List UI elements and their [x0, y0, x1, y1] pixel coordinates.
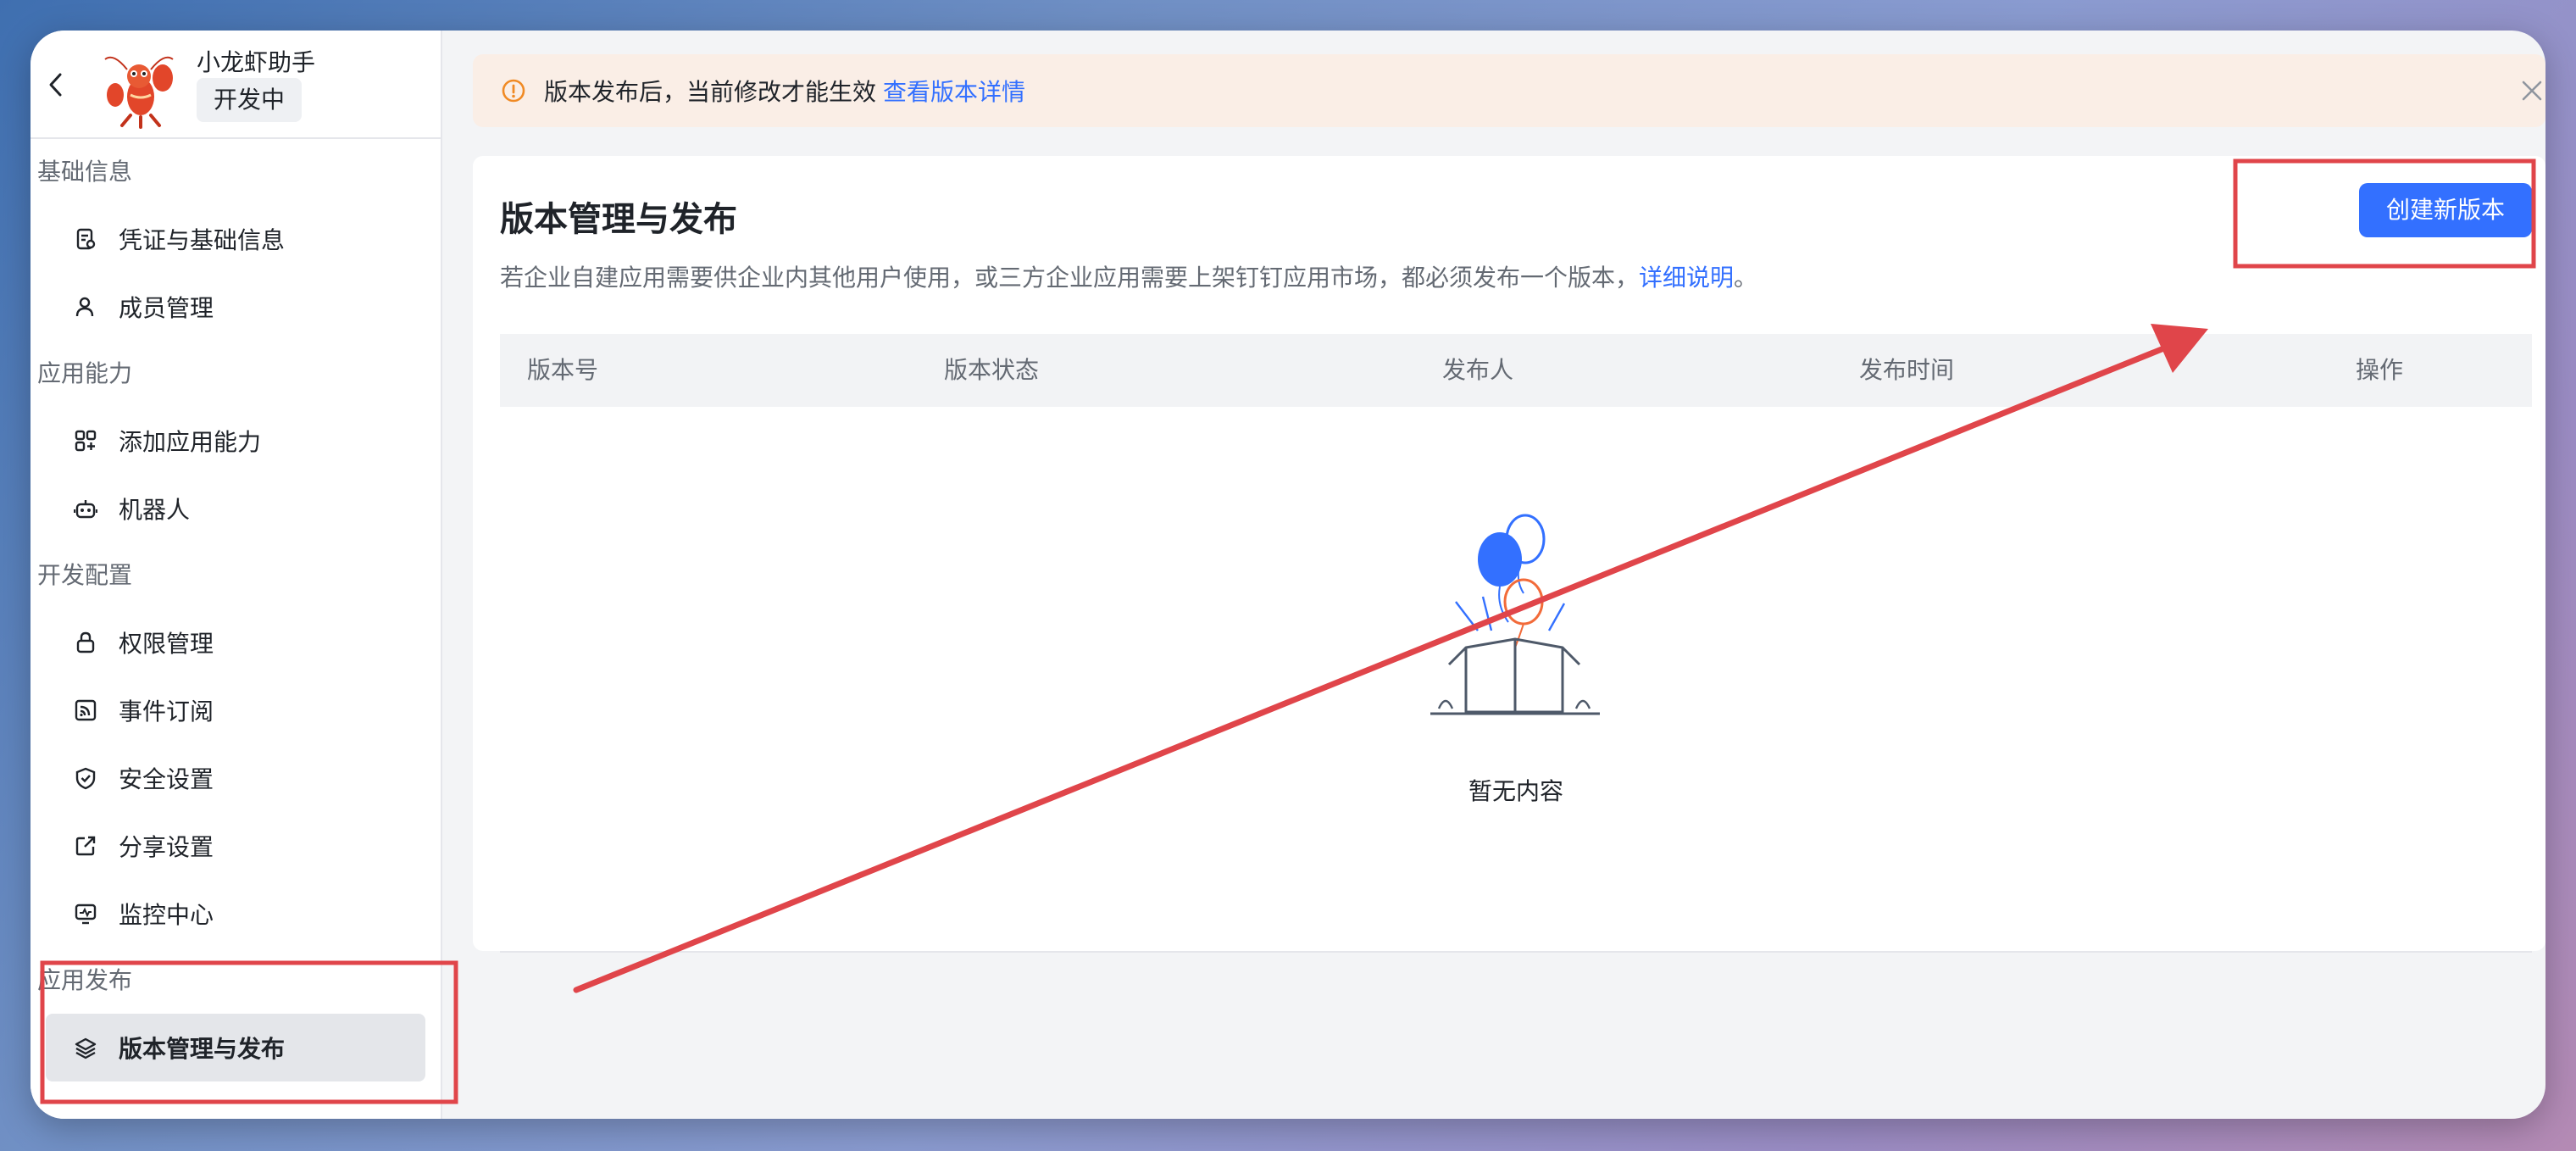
column-header-version: 版本号 [527, 356, 599, 384]
app-window: 小龙虾助手 开发中 基础信息 凭证与基础信息 成员管理 应用能力 添加应用能力 [31, 31, 2545, 1119]
app-header: 小龙虾助手 开发中 [31, 31, 441, 139]
sidebar: 小龙虾助手 开发中 基础信息 凭证与基础信息 成员管理 应用能力 添加应用能力 [31, 31, 442, 1119]
close-icon[interactable] [2518, 77, 2545, 104]
user-icon [73, 294, 98, 320]
create-version-button[interactable]: 创建新版本 [2358, 183, 2532, 237]
main-content: 版本发布后，当前修改才能生效 查看版本详情 版本管理与发布 创建新版本 若企业自… [442, 31, 2545, 1119]
empty-text: 暂无内容 [1468, 777, 1563, 805]
description-text: 若企业自建应用需要供企业内其他用户使用，或三方企业应用需要上架钉钉应用市场，都必… [500, 264, 1640, 292]
group-title-dev-config: 开发配置 [37, 561, 133, 589]
sidebar-item-version-publish[interactable]: 版本管理与发布 [46, 1014, 425, 1081]
column-header-publish-time: 发布时间 [1859, 356, 1955, 384]
sidebar-item-label: 事件订阅 [119, 698, 214, 726]
sidebar-item-label: 分享设置 [119, 833, 214, 861]
sidebar-item-add-capability[interactable]: 添加应用能力 [31, 407, 441, 475]
share-icon [73, 833, 98, 859]
info-icon [502, 79, 525, 103]
table-bottom-divider [500, 951, 2532, 953]
sidebar-item-credentials[interactable]: 凭证与基础信息 [31, 205, 441, 273]
sidebar-item-label: 权限管理 [119, 630, 214, 658]
description-end: 。 [1734, 264, 1758, 292]
sidebar-item-label: 添加应用能力 [119, 428, 262, 456]
group-title-basic: 基础信息 [37, 158, 133, 186]
app-name: 小龙虾助手 [197, 48, 316, 76]
monitor-icon [73, 901, 98, 926]
layers-icon [73, 1035, 98, 1060]
view-version-details-link[interactable]: 查看版本详情 [883, 74, 1025, 108]
lobster-icon [104, 56, 174, 129]
apps-add-icon [73, 428, 98, 453]
sidebar-item-label: 版本管理与发布 [119, 1035, 286, 1063]
sidebar-item-label: 凭证与基础信息 [119, 226, 286, 254]
group-title-publish: 应用发布 [37, 966, 133, 994]
sidebar-item-monitor[interactable]: 监控中心 [31, 880, 441, 948]
column-header-status: 版本状态 [944, 356, 1040, 384]
notice-text: 版本发布后，当前修改才能生效 [544, 78, 877, 106]
details-link[interactable]: 详细说明 [1639, 264, 1734, 292]
sidebar-item-share[interactable]: 分享设置 [31, 812, 441, 880]
sidebar-item-permissions[interactable]: 权限管理 [31, 609, 441, 676]
version-card: 版本管理与发布 创建新版本 若企业自建应用需要供企业内其他用户使用，或三方企业应… [473, 156, 2545, 953]
column-header-publisher: 发布人 [1442, 356, 1514, 384]
shield-icon [73, 765, 98, 791]
back-button[interactable] [39, 64, 73, 105]
group-title-capabilities: 应用能力 [37, 359, 133, 387]
empty-box-balloons-icon [1430, 514, 1600, 715]
robot-icon [73, 496, 98, 521]
sidebar-item-events[interactable]: 事件订阅 [31, 676, 441, 744]
sidebar-item-members[interactable]: 成员管理 [31, 273, 441, 341]
sidebar-item-label: 成员管理 [119, 294, 214, 322]
chevron-left-icon [49, 73, 62, 97]
lock-icon [73, 630, 98, 655]
column-header-actions: 操作 [2356, 356, 2404, 384]
sidebar-item-security[interactable]: 安全设置 [31, 744, 441, 812]
page-title: 版本管理与发布 [500, 200, 737, 239]
sidebar-item-label: 机器人 [119, 496, 191, 524]
notice-banner: 版本发布后，当前修改才能生效 查看版本详情 [473, 54, 2545, 127]
table-header: 版本号 版本状态 发布人 发布时间 操作 [500, 334, 2532, 407]
sidebar-item-robot[interactable]: 机器人 [31, 475, 441, 542]
page-description: 若企业自建应用需要供企业内其他用户使用，或三方企业应用需要上架钉钉应用市场，都必… [500, 259, 1757, 293]
sidebar-item-label: 监控中心 [119, 901, 214, 929]
credential-icon [73, 226, 98, 252]
sidebar-item-label: 安全设置 [119, 765, 214, 793]
rss-icon [73, 698, 98, 723]
empty-state: 暂无内容 [500, 407, 2532, 915]
app-status-badge: 开发中 [197, 78, 303, 122]
